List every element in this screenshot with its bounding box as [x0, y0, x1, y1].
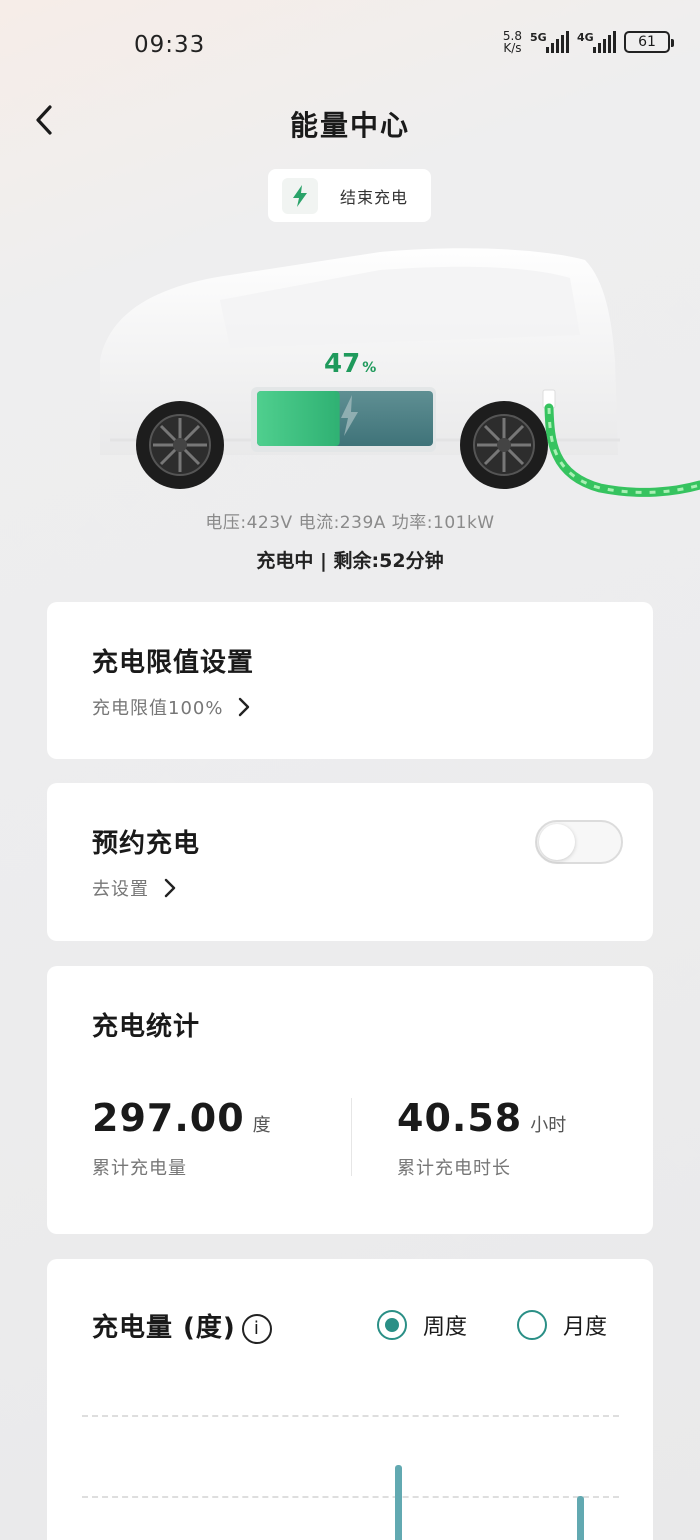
total-duration-label: 累计充电时长 [397, 1158, 511, 1179]
signal-5g-icon: 5G [530, 31, 569, 53]
status-indicators: 5.8 K/s 5G 4G 61 [502, 29, 674, 55]
charging-statistics-title: 充电统计 [92, 1012, 201, 1042]
scheduled-charging-card: 预约充电 去设置 [47, 783, 653, 941]
stat-divider [351, 1098, 352, 1176]
chevron-right-icon [164, 878, 176, 898]
total-energy-stat: 297.00 度 累计充电量 [92, 1096, 271, 1180]
charge-percent: 47% [324, 349, 377, 379]
go-settings-label: 去设置 [92, 879, 149, 900]
status-time: 09:33 [134, 32, 206, 58]
rear-wheel-icon [460, 401, 548, 489]
radio-selected-icon [377, 1310, 407, 1340]
total-energy-unit: 度 [252, 1115, 271, 1136]
scheduled-charging-title: 预约充电 [92, 829, 201, 859]
total-energy-value: 297.00 [92, 1096, 245, 1140]
charging-statistics-card: 充电统计 297.00 度 累计充电量 40.58 小时 累计充电时长 [47, 966, 653, 1234]
battery-icon: 61 [624, 31, 674, 53]
battery-charge-fill [257, 391, 340, 446]
total-duration-unit: 小时 [530, 1115, 567, 1136]
network-speed: 5.8 K/s [502, 29, 522, 55]
car-illustration [100, 248, 700, 497]
signal-4g-icon: 4G [577, 31, 616, 53]
chart-bar [577, 1496, 584, 1540]
front-wheel-icon [136, 401, 224, 489]
total-duration-value: 40.58 [397, 1096, 523, 1140]
chart-gridline [82, 1496, 619, 1498]
total-energy-label: 累计充电量 [92, 1158, 187, 1179]
option-monthly[interactable]: 月度 [517, 1309, 607, 1341]
page-title: 能量中心 [289, 109, 410, 142]
charge-amount-title: 充电量 (度) [92, 1307, 272, 1344]
info-icon[interactable] [241, 1313, 272, 1344]
chart-bar [395, 1465, 402, 1540]
scheduled-charging-settings-link[interactable]: 去设置 [92, 875, 177, 901]
charging-status: 充电中 | 剩余:52分钟 [256, 550, 444, 572]
charge-limit-value: 充电限值100% [92, 698, 224, 719]
stop-charging-button[interactable]: 结束充电 [268, 169, 431, 222]
scheduled-charging-toggle[interactable] [535, 820, 623, 864]
charge-limit-title: 充电限值设置 [92, 648, 255, 678]
chart-gridline [82, 1415, 619, 1417]
radio-unselected-icon [517, 1310, 547, 1340]
toggle-knob [539, 824, 575, 860]
charge-amount-chart-card: 充电量 (度) 周度 月度 [47, 1259, 653, 1540]
charge-limit-link[interactable]: 充电限值100% [92, 694, 251, 720]
stop-charging-label: 结束充电 [340, 187, 409, 207]
status-bar: 09:33 5.8 K/s 5G 4G 61 [0, 0, 700, 90]
charge-limit-card[interactable]: 充电限值设置 充电限值100% [47, 602, 653, 759]
option-weekly[interactable]: 周度 [377, 1309, 467, 1341]
lightning-icon [282, 177, 318, 214]
chevron-right-icon [239, 697, 250, 717]
charging-stats: 电压:423V 电流:239A 功率:101kW [205, 513, 495, 533]
total-duration-stat: 40.58 小时 累计充电时长 [397, 1096, 566, 1180]
